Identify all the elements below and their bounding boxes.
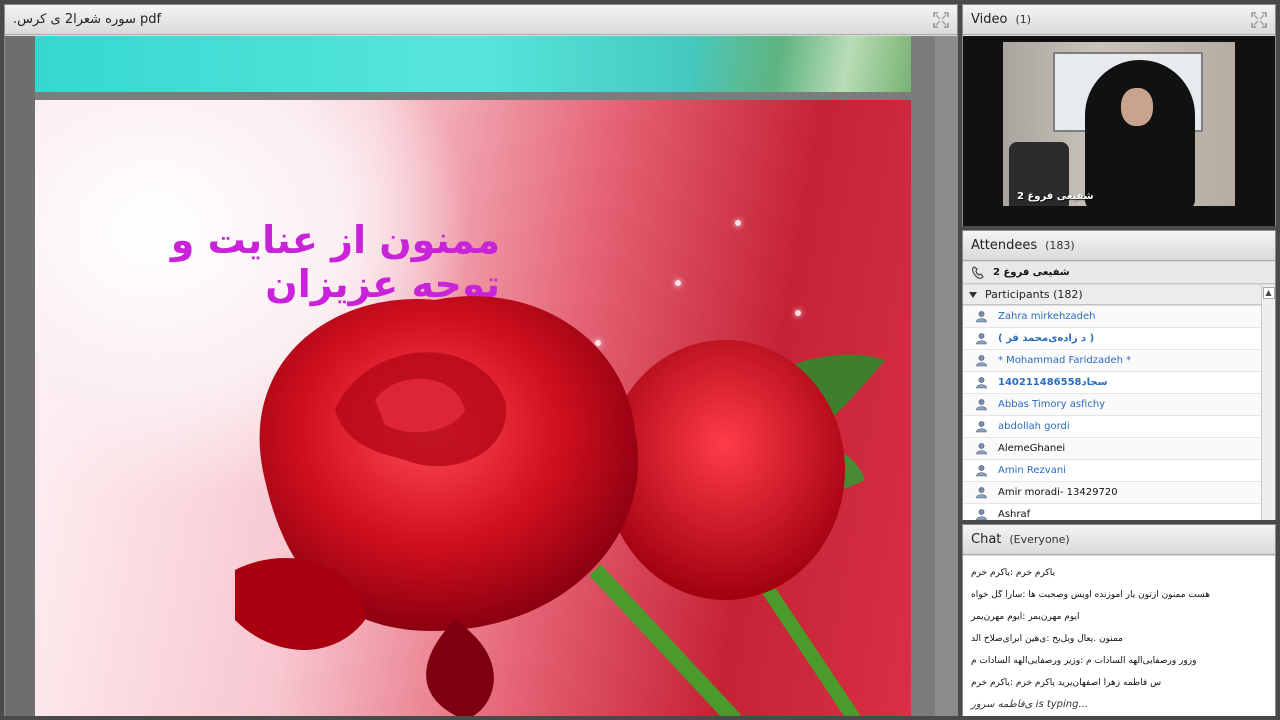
participant-name: AlemeGhanei xyxy=(998,443,1066,454)
current-slide: ممنون از عنایت و توجه عزیزان xyxy=(35,100,911,716)
user-icon xyxy=(976,487,987,499)
participants-group-header[interactable]: Participants (182) xyxy=(963,285,1261,305)
presenter-name-label: شفیعی فروغ 2 xyxy=(1017,191,1094,202)
video-pod: Video (1) شفیعی فروغ 2 xyxy=(962,4,1276,226)
shared-document-viewer[interactable]: ممنون از عنایت و توجه عزیزان xyxy=(5,36,957,716)
participant-name: Amin Rezvani xyxy=(998,465,1066,476)
participant-row[interactable]: Abbas Timory asfichy xyxy=(963,394,1261,416)
chat-message: ممنون .یعال ویل‌یح :ی‌هین ابرای‌صلاح الد xyxy=(971,634,1123,644)
participant-name: Abbas Timory asfichy xyxy=(998,399,1106,410)
participant-row[interactable]: AlemeGhanei xyxy=(963,438,1261,460)
video-title: Video xyxy=(971,12,1008,27)
host-row[interactable]: شفیعی فروغ 2 xyxy=(963,262,1275,284)
participant-name: Ashraf xyxy=(998,509,1031,520)
participant-row[interactable]: * Mohammad Faridzadeh * xyxy=(963,350,1261,372)
participant-row[interactable]: ( د زاده‌ی‌محمد قر ) xyxy=(963,328,1261,350)
host-name: شفیعی فروغ 2 xyxy=(993,267,1070,278)
adobe-connect-window: .سوره شعرا2 ی کرس pdf ممنون از عنایت و ت… xyxy=(0,0,1280,720)
video-count: (1) xyxy=(1015,13,1032,26)
presenter-figure xyxy=(1085,60,1195,206)
presenter-face xyxy=(1121,88,1153,126)
attendees-title: Attendees xyxy=(971,238,1038,253)
typing-indicator: ی‌فاطمه سرور is typing... xyxy=(971,699,1089,710)
video-feed-area: شفیعی فروغ 2 xyxy=(963,36,1275,226)
chat-messages[interactable]: یاکرم خرم :یاکرم خرم هست ممنون ازتون یار … xyxy=(963,556,1275,716)
chat-message: س فاطمه زهرا اصفهان‌یرید یاکرم خرم :یاکر… xyxy=(971,678,1162,688)
chat-message: ایوم مهرن‌یمر :ایوم مهرن‌یمر xyxy=(971,612,1080,622)
participant-name: Zahra mirkehzadeh xyxy=(998,311,1096,322)
user-icon xyxy=(976,355,987,367)
video-pod-header: Video (1) xyxy=(963,5,1275,35)
user-icon xyxy=(976,421,987,433)
participant-row[interactable]: Amir moradi- 13429720 xyxy=(963,482,1261,504)
rose-illustration xyxy=(235,296,885,716)
participant-name: * Mohammad Faridzadeh * xyxy=(998,355,1132,366)
fullscreen-icon[interactable] xyxy=(933,12,949,28)
chat-title: Chat xyxy=(971,532,1002,547)
participant-row[interactable]: Ashraf xyxy=(963,504,1261,520)
previous-slide-strip xyxy=(35,36,911,92)
share-pod: .سوره شعرا2 ی کرس pdf ممنون از عنایت و ت… xyxy=(4,4,958,716)
chat-message: یاکرم خرم :یاکرم خرم xyxy=(971,568,1055,578)
participant-row[interactable]: 140211486558سجاد xyxy=(963,372,1261,394)
participants-list[interactable]: Zahra mirkehzadeh ( د زاده‌ی‌محمد قر ) * M… xyxy=(963,306,1261,520)
collapse-triangle-icon[interactable] xyxy=(969,291,977,298)
phone-icon xyxy=(972,265,984,279)
participant-row[interactable]: Amin Rezvani xyxy=(963,460,1261,482)
participant-name: abdollah gordi xyxy=(998,421,1070,432)
attendees-count: (183) xyxy=(1045,239,1075,252)
user-icon xyxy=(976,443,987,455)
chat-pod: Chat (Everyone) یاکرم خرم :یاکرم خرم هست … xyxy=(962,524,1276,716)
user-icon xyxy=(976,311,987,323)
user-icon xyxy=(976,465,987,477)
participant-row[interactable]: abdollah gordi xyxy=(963,416,1261,438)
user-icon xyxy=(976,377,987,389)
fullscreen-icon[interactable] xyxy=(1251,12,1267,28)
participants-label: Participants (182) xyxy=(985,288,1083,301)
share-document-title: .سوره شعرا2 ی کرس pdf xyxy=(13,12,162,27)
user-icon xyxy=(976,333,987,345)
chat-message: وزور ورصفایی‌الهه السادات م :وزیر ورصفای… xyxy=(971,656,1197,666)
attendees-pod-header: Attendees (183) xyxy=(963,231,1275,261)
viewer-gutter xyxy=(5,36,35,716)
participants-scrollbar[interactable]: ▲ xyxy=(1261,285,1275,520)
participant-row[interactable]: Zahra mirkehzadeh xyxy=(963,306,1261,328)
attendees-pod: Attendees (183) شفیعی فروغ 2 Participant… xyxy=(962,230,1276,520)
scroll-up-icon[interactable]: ▲ xyxy=(1262,287,1275,299)
participant-name: Amir moradi- 13429720 xyxy=(998,487,1118,498)
viewer-scrollbar[interactable] xyxy=(935,36,957,716)
participant-name: ( د زاده‌ی‌محمد قر ) xyxy=(998,333,1095,344)
user-icon xyxy=(976,509,987,520)
chat-pod-header: Chat (Everyone) xyxy=(963,525,1275,555)
participant-name: 140211486558سجاد xyxy=(998,377,1108,388)
user-icon xyxy=(976,399,987,411)
chat-message: هست ممنون ازتون یار اموزنده اویس وصحبت ه… xyxy=(971,590,1211,600)
chat-scope[interactable]: (Everyone) xyxy=(1009,533,1069,546)
share-pod-header: .سوره شعرا2 ی کرس pdf xyxy=(5,5,957,35)
presenter-webcam[interactable] xyxy=(1003,42,1235,206)
